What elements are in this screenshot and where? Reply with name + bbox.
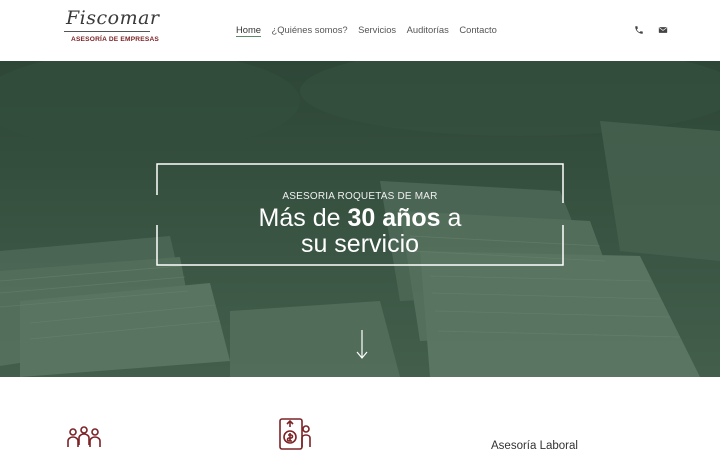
hero-banner: ASESORIA ROQUETAS DE MAR Más de 30 años … xyxy=(0,61,720,377)
arrow-down-icon[interactable] xyxy=(355,329,369,361)
logo-wordmark: Fiscomar xyxy=(66,7,160,29)
header-contact-icons xyxy=(634,25,668,35)
nav-item-home[interactable]: Home xyxy=(236,24,262,37)
phone-icon[interactable] xyxy=(634,25,644,35)
nav-item-about[interactable]: ¿Quiénes somos? xyxy=(272,24,348,37)
logo-tagline: ASESORÍA DE EMPRESAS xyxy=(71,36,160,43)
site-header: Fiscomar ASESORÍA DE EMPRESAS Home ¿Quié… xyxy=(0,0,720,61)
main-nav: Home ¿Quiénes somos? Servicios Auditoría… xyxy=(236,24,507,37)
nav-item-audits[interactable]: Auditorías xyxy=(407,24,449,37)
email-icon[interactable] xyxy=(658,25,668,35)
finance-growth-icon xyxy=(279,418,311,450)
hero-subtitle: ASESORIA ROQUETAS DE MAR xyxy=(282,191,438,202)
logo-divider xyxy=(64,31,150,32)
hero-text-frame: ASESORIA ROQUETAS DE MAR Más de 30 años … xyxy=(156,163,564,266)
hero-title-pre: Más de xyxy=(258,204,348,232)
hero-title: Más de 30 años a su servicio xyxy=(156,205,564,257)
hero-title-post: a xyxy=(440,204,462,232)
logo[interactable]: Fiscomar ASESORÍA DE EMPRESAS xyxy=(62,7,162,49)
team-icon xyxy=(67,426,101,447)
services-section: Asesoría Laboral xyxy=(0,377,720,450)
hero-title-line2: su servicio xyxy=(300,230,420,258)
nav-item-contact[interactable]: Contacto xyxy=(459,24,497,37)
hero-title-highlight: 30 años xyxy=(347,204,441,232)
service-label-labor[interactable]: Asesoría Laboral xyxy=(491,440,578,450)
nav-item-services[interactable]: Servicios xyxy=(358,24,396,37)
